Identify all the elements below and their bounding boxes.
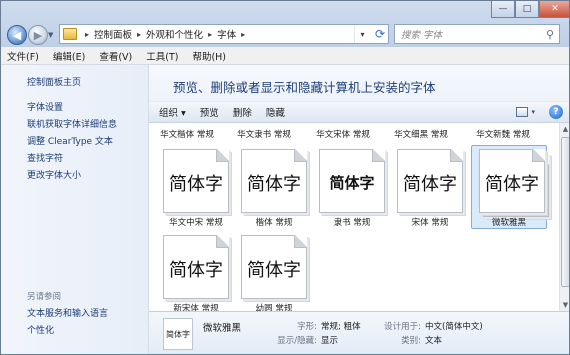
breadcrumb-chevron-icon[interactable]: ▸ [241,30,245,39]
details-font-thumbnail: 简体字 [163,318,193,350]
font-sample-text: 简体字 [485,174,539,195]
delete-button[interactable]: 删除 [233,105,252,119]
breadcrumb-fonts[interactable]: 字体 [217,27,236,41]
font-name: 隶书 常规 [333,218,371,228]
scroll-thumb[interactable] [561,137,569,287]
details-style-label: 字形: [297,322,317,332]
font-sample-text: 简体字 [169,174,223,195]
sidebar: 控制面板主页 字体设置 联机获取字体详细信息 调整 ClearType 文本 查… [1,65,149,354]
search-input[interactable]: 搜索 字体 [401,27,541,41]
forward-button[interactable]: ▶ [28,25,48,45]
details-designed-for-value: 中文(简体中文) [425,322,483,332]
sidebar-text-services[interactable]: 文本服务和输入语言 [27,306,108,319]
scroll-down-icon[interactable]: ▼ [560,299,569,311]
font-sample-text: 简体字 [247,260,301,281]
breadcrumb-control-panel[interactable]: 控制面板 [94,27,132,41]
sidebar-font-settings[interactable]: 字体设置 [27,100,63,113]
font-name: 幼圆 常规 [255,304,293,311]
menu-file[interactable]: 文件(F) [7,49,39,63]
details-visibility-label: 显示/隐藏: [277,336,317,346]
history-dropdown-icon[interactable]: ▼ [48,31,56,39]
breadcrumb-chevron-icon[interactable]: ▸ [85,30,89,39]
search-icon[interactable]: ⚲ [541,28,559,41]
refresh-icon[interactable]: ⟳ [371,24,389,44]
breadcrumb-chevron-icon[interactable]: ▸ [137,30,141,39]
font-preview-icon: 简体字 [397,149,463,213]
folder-icon [63,28,77,40]
font-preview-icon: 简体字 [479,149,545,213]
font-caption[interactable]: 华文新魏 常规 [458,128,548,140]
font-sample-text: 简体字 [403,174,457,195]
font-caption[interactable]: 华文隶书 常规 [219,128,309,140]
details-category-value: 文本 [425,336,443,346]
breadcrumb-appearance[interactable]: 外观和个性化 [146,27,203,41]
fonts-window: — □ ✕ ◀ ▶ ▼ ▸ 控制面板 ▸ 外观和个性化 ▸ 字体 ▸ ▾ ⟳ 搜… [0,0,570,355]
menu-view[interactable]: 查看(V) [99,49,132,63]
sidebar-change-font-size[interactable]: 更改字体大小 [27,168,81,181]
details-pane: 简体字 微软雅黑 字形: 常规; 粗体 显示/隐藏: 显示 设计用于: 中文(简… [149,311,569,354]
help-icon[interactable]: ? [549,105,563,119]
font-name: 宋体 常规 [411,218,449,228]
details-visibility-value: 显示 [321,336,339,346]
close-button[interactable]: ✕ [539,1,569,18]
font-preview-icon: 简体字 [241,235,307,299]
font-preview-icon: 简体字 [319,149,385,213]
font-sample-text: 简体字 [329,174,375,192]
font-preview-icon: 简体字 [163,149,229,213]
sidebar-find-character[interactable]: 查找字符 [27,151,63,164]
banner: 预览、删除或者显示和隐藏计算机上安装的字体 [149,65,569,101]
preview-button[interactable]: 预览 [200,105,219,119]
menu-edit[interactable]: 编辑(E) [53,49,85,63]
title-bar: — □ ✕ ◀ ▶ ▼ ▸ 控制面板 ▸ 外观和个性化 ▸ 字体 ▸ ▾ ⟳ 搜… [1,1,569,47]
vertical-scrollbar[interactable]: ▲ ▼ [559,123,569,311]
main-pane: 预览、删除或者显示和隐藏计算机上安装的字体 组织 ▾ 预览 删除 隐藏 ▾ ? … [149,65,569,354]
menu-tools[interactable]: 工具(T) [146,49,178,63]
page-title: 预览、删除或者显示和隐藏计算机上安装的字体 [173,80,436,95]
forward-arrow-icon: ▶ [33,28,43,42]
font-preview-icon: 简体字 [241,149,307,213]
search-box[interactable]: 搜索 字体 ⚲ [394,24,560,44]
window-controls: — □ ✕ [491,1,569,18]
font-name: 微软雅黑 [491,218,526,228]
font-grid: 华文楷体 常规 华文隶书 常规 华文宋体 常规 华文细黑 常规 华文新魏 常规 … [149,123,559,311]
back-button[interactable]: ◀ [7,25,27,45]
sidebar-get-font-info[interactable]: 联机获取字体详细信息 [27,117,117,130]
font-caption[interactable]: 华文细黑 常规 [376,128,466,140]
details-category-label: 类别: [401,336,421,346]
address-bar[interactable]: ▸ 控制面板 ▸ 外观和个性化 ▸ 字体 ▸ ▾ [59,24,389,44]
breadcrumb-chevron-icon[interactable]: ▸ [208,30,212,39]
font-name: 楷体 常规 [255,218,293,228]
hide-button[interactable]: 隐藏 [266,105,285,119]
view-dropdown-icon[interactable]: ▾ [531,108,535,116]
address-dropdown-icon[interactable]: ▾ [354,25,370,43]
details-style-value: 常规; 粗体 [321,322,361,332]
scroll-up-icon[interactable]: ▲ [560,123,569,135]
sidebar-personalization[interactable]: 个性化 [27,323,54,336]
font-sample-text: 简体字 [169,260,223,281]
see-also-label: 另请参阅 [27,292,62,302]
menu-bar: 文件(F) 编辑(E) 查看(V) 工具(T) 帮助(H) [1,47,569,65]
font-sample-text: 简体字 [247,174,301,195]
organize-button[interactable]: 组织 ▾ [159,105,186,119]
details-designed-for-label: 设计用于: [384,322,421,332]
minimize-button[interactable]: — [491,1,515,18]
details-font-name: 微软雅黑 [203,323,242,334]
font-preview-icon: 简体字 [163,235,229,299]
command-bar: 组织 ▾ 预览 删除 隐藏 ▾ ? [149,101,569,123]
breadcrumb: ▸ 控制面板 ▸ 外观和个性化 ▸ 字体 ▸ [80,27,250,42]
back-arrow-icon: ◀ [12,28,22,42]
font-name: 新宋体 常规 [173,304,219,311]
view-options-icon[interactable] [516,107,529,117]
sidebar-cleartype[interactable]: 调整 ClearType 文本 [27,134,113,147]
maximize-button[interactable]: □ [515,1,539,18]
font-caption[interactable]: 华文宋体 常规 [298,128,388,140]
menu-help[interactable]: 帮助(H) [192,49,226,63]
sidebar-control-panel-home[interactable]: 控制面板主页 [27,75,81,88]
toolbar-right: ▾ ? [516,105,563,119]
font-name: 华文中宋 常规 [169,218,223,228]
